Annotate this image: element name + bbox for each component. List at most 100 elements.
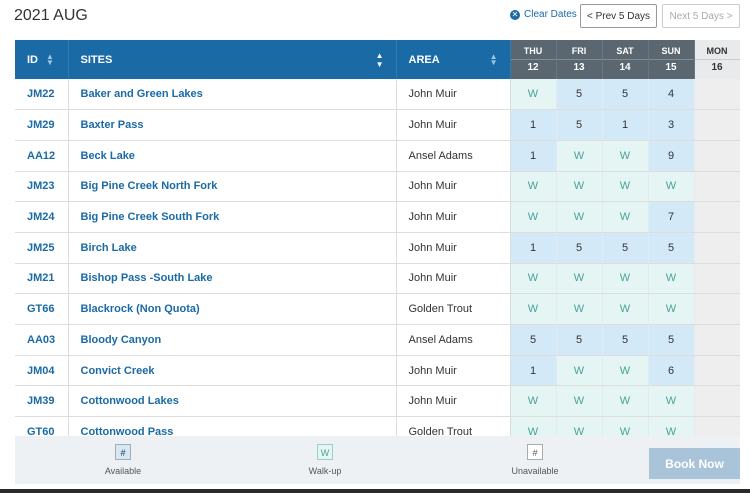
walkup-cell[interactable]: W (510, 201, 557, 233)
table-row: JM39 Cottonwood Lakes John Muir W W W W (15, 385, 740, 418)
legend-available-label: Available (104, 466, 142, 476)
available-cell[interactable]: 4 (648, 79, 695, 111)
site-name-link[interactable]: Cottonwood Pass (68, 416, 397, 436)
site-name-link[interactable]: Beck Lake (68, 140, 397, 172)
site-name-link[interactable]: Bishop Pass -South Lake (68, 263, 397, 295)
walkup-cell[interactable]: W (602, 416, 649, 436)
book-now-button[interactable]: Book Now (649, 448, 740, 479)
area-cell: John Muir (396, 232, 511, 264)
clear-dates-link[interactable]: ✕ Clear Dates (510, 9, 577, 20)
site-id-link[interactable]: JM04 (15, 355, 69, 387)
available-cell[interactable]: 5 (510, 324, 557, 356)
site-id-link[interactable]: GT66 (15, 293, 69, 325)
available-cell[interactable]: 9 (648, 140, 695, 172)
unavailable-cell (694, 201, 740, 233)
table-row: JM04 Convict Creek John Muir 1 W W 6 (15, 355, 740, 387)
table-row: JM24 Big Pine Creek South Fork John Muir W W… (15, 201, 740, 233)
available-cell[interactable]: 1 (602, 109, 649, 141)
site-name-link[interactable]: Bloody Canyon (68, 324, 397, 356)
walkup-cell[interactable]: W (602, 201, 649, 233)
column-header-id-label: ID (27, 53, 38, 66)
available-cell[interactable]: 5 (648, 324, 695, 356)
site-name-link[interactable]: Convict Creek (68, 355, 397, 387)
available-cell[interactable]: 5 (556, 232, 603, 264)
day-name: SAT (616, 45, 634, 56)
walkup-cell[interactable]: W (556, 416, 603, 436)
walkup-cell[interactable]: W (602, 140, 649, 172)
walkup-cell[interactable]: W (556, 293, 603, 325)
prev-5-days-button[interactable]: < Prev 5 Days (580, 4, 657, 28)
unavailable-cell (694, 385, 740, 418)
walkup-cell[interactable]: W (556, 140, 603, 172)
walkup-cell[interactable]: W (648, 416, 695, 436)
available-cell[interactable]: 1 (510, 109, 557, 141)
available-cell[interactable]: 5 (602, 79, 649, 111)
site-id-link[interactable]: JM23 (15, 171, 69, 203)
next-5-days-button[interactable]: Next 5 Days > (662, 4, 740, 28)
site-name-link[interactable]: Big Pine Creek North Fork (68, 171, 397, 203)
walkup-cell[interactable]: W (556, 201, 603, 233)
available-cell[interactable]: 3 (648, 109, 695, 141)
walkup-cell[interactable]: W (556, 355, 603, 387)
walkup-cell[interactable]: W (510, 171, 557, 203)
site-name-link[interactable]: Birch Lake (68, 232, 397, 264)
site-id-link[interactable]: GT60 (15, 416, 69, 436)
column-header-sites-label: SITES (80, 53, 113, 66)
site-id-link[interactable]: JM22 (15, 79, 69, 111)
unavailable-cell (694, 140, 740, 172)
available-cell[interactable]: 6 (648, 355, 695, 387)
available-cell[interactable]: 5 (556, 79, 603, 111)
walkup-cell[interactable]: W (648, 293, 695, 325)
walkup-cell[interactable]: W (602, 385, 649, 418)
top-bar: 2021 AUG ✕ Clear Dates < Prev 5 Days Nex… (0, 0, 750, 40)
site-id-link[interactable]: JM25 (15, 232, 69, 264)
walkup-cell[interactable]: W (510, 385, 557, 418)
walkup-cell[interactable]: W (510, 263, 557, 295)
walkup-cell[interactable]: W (648, 263, 695, 295)
walkup-cell[interactable]: W (510, 293, 557, 325)
site-id-link[interactable]: JM29 (15, 109, 69, 141)
permits-table-container[interactable]: ID ▲ ▼ SITES ▲ ▼ AREA ▲ ▼ THU 12 FRI 13 … (15, 40, 740, 436)
walkup-cell[interactable]: W (510, 416, 557, 436)
walkup-cell[interactable]: W (602, 355, 649, 387)
walkup-cell[interactable]: W (556, 263, 603, 295)
site-id-link[interactable]: AA03 (15, 324, 69, 356)
site-id-link[interactable]: JM24 (15, 201, 69, 233)
table-row: AA12 Beck Lake Ansel Adams 1 W W 9 (15, 140, 740, 172)
unavailable-cell (694, 416, 740, 436)
walkup-cell[interactable]: W (648, 385, 695, 418)
available-cell[interactable]: 1 (510, 140, 557, 172)
site-name-link[interactable]: Cottonwood Lakes (68, 385, 397, 418)
site-id-link[interactable]: JM21 (15, 263, 69, 295)
table-row: JM25 Birch Lake John Muir 1 5 5 5 (15, 232, 740, 264)
site-name-link[interactable]: Baxter Pass (68, 109, 397, 141)
site-id-link[interactable]: AA12 (15, 140, 69, 172)
site-id-link[interactable]: JM39 (15, 385, 69, 418)
site-name-link[interactable]: Big Pine Creek South Fork (68, 201, 397, 233)
walkup-cell[interactable]: W (556, 385, 603, 418)
site-name-link[interactable]: Blackrock (Non Quota) (68, 293, 397, 325)
available-cell[interactable]: 7 (648, 201, 695, 233)
available-cell[interactable]: 1 (510, 355, 557, 387)
column-header-area[interactable]: AREA ▲ ▼ (396, 40, 511, 79)
available-cell[interactable]: 5 (602, 324, 649, 356)
unavailable-cell (694, 171, 740, 203)
available-cell[interactable]: 5 (556, 109, 603, 141)
walkup-cell[interactable]: W (510, 79, 557, 111)
walkup-cell[interactable]: W (556, 171, 603, 203)
walkup-cell[interactable]: W (602, 171, 649, 203)
area-cell: John Muir (396, 385, 511, 418)
available-cell[interactable]: 1 (510, 232, 557, 264)
site-name-link[interactable]: Baker and Green Lakes (68, 79, 397, 111)
column-header-id[interactable]: ID ▲ ▼ (15, 40, 69, 79)
available-cell[interactable]: 5 (602, 232, 649, 264)
column-header-sites[interactable]: SITES ▲ ▼ (68, 40, 397, 79)
walkup-cell[interactable]: W (648, 171, 695, 203)
available-cell[interactable]: 5 (648, 232, 695, 264)
walkup-cell[interactable]: W (602, 263, 649, 295)
walkup-cell[interactable]: W (602, 293, 649, 325)
area-cell: Golden Trout (396, 293, 511, 325)
sort-icon: ▲ ▼ (46, 51, 54, 67)
available-cell[interactable]: 5 (556, 324, 603, 356)
day-number: 13 (556, 58, 602, 75)
